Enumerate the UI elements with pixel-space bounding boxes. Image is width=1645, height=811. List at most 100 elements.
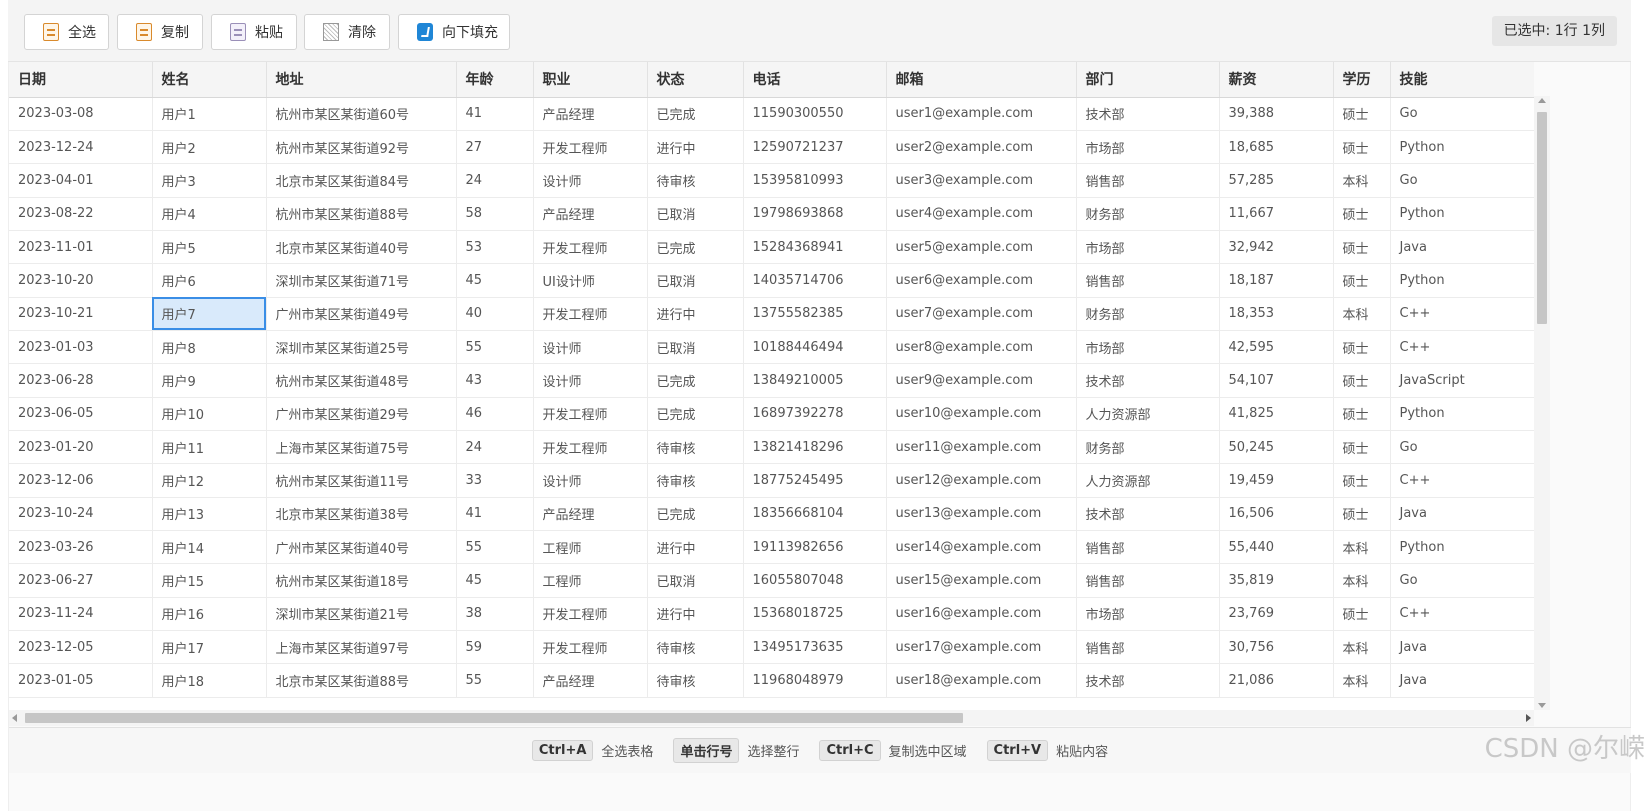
table-cell[interactable]: 技术部 <box>1076 663 1220 698</box>
horizontal-scroll-thumb[interactable] <box>25 713 963 723</box>
table-cell[interactable]: 产品经理 <box>533 497 648 531</box>
table-cell[interactable]: 用户10 <box>152 397 267 431</box>
table-cell[interactable]: 2023-12-05 <box>9 630 153 665</box>
table-row[interactable]: 2023-12-06 用户12 杭州市某区某街道11号 33 设计师 待审核 1877524… <box>9 463 1534 498</box>
table-cell[interactable]: 用户18 <box>152 663 267 698</box>
table-cell[interactable]: 2023-01-03 <box>9 330 153 365</box>
table-cell[interactable]: 已完成 <box>647 497 744 531</box>
table-cell[interactable]: 2023-11-01 <box>9 230 153 265</box>
table-cell[interactable]: 待审核 <box>647 630 744 665</box>
table-cell[interactable]: 41 <box>456 97 534 131</box>
table-cell[interactable]: user18@example.com <box>886 663 1077 698</box>
table-cell[interactable]: 上海市某区某街道97号 <box>266 630 457 665</box>
column-header[interactable]: 职业 <box>533 62 648 98</box>
table-cell[interactable]: 进行中 <box>647 597 744 632</box>
table-cell[interactable]: 13849210005 <box>743 363 887 398</box>
table-cell[interactable]: 用户2 <box>152 130 267 165</box>
table-cell[interactable]: 深圳市某区某街道21号 <box>266 597 457 632</box>
table-cell[interactable]: 用户15 <box>152 563 267 598</box>
table-cell[interactable]: 杭州市某区某街道18号 <box>266 563 457 598</box>
table-cell[interactable]: 北京市某区某街道38号 <box>266 497 457 531</box>
table-cell[interactable]: 硕士 <box>1333 463 1391 498</box>
table-cell[interactable]: 21,086 <box>1219 663 1334 698</box>
table-cell[interactable]: 硕士 <box>1333 397 1391 431</box>
table-cell[interactable]: 已完成 <box>647 230 744 265</box>
table-cell[interactable]: 46 <box>456 397 534 431</box>
table-cell[interactable]: 2023-01-20 <box>9 430 153 465</box>
table-cell[interactable]: 13755582385 <box>743 297 887 331</box>
table-cell[interactable]: Python <box>1390 197 1534 231</box>
table-cell[interactable]: 销售部 <box>1076 263 1220 298</box>
table-cell[interactable]: 硕士 <box>1333 197 1391 231</box>
table-cell[interactable]: 55,440 <box>1219 530 1334 565</box>
table-cell[interactable]: 16,506 <box>1219 497 1334 531</box>
table-cell[interactable]: 19113982656 <box>743 530 887 565</box>
table-cell[interactable]: 16055807048 <box>743 563 887 598</box>
table-cell[interactable]: 40 <box>456 297 534 331</box>
table-cell[interactable]: 开发工程师 <box>533 430 648 465</box>
table-cell[interactable]: 2023-10-24 <box>9 497 153 531</box>
clear-button[interactable]: 清除 <box>304 14 390 50</box>
table-cell[interactable]: user9@example.com <box>886 363 1077 398</box>
table-cell[interactable]: 2023-04-01 <box>9 163 153 198</box>
table-cell[interactable]: 已取消 <box>647 330 744 365</box>
table-cell[interactable]: user15@example.com <box>886 563 1077 598</box>
table-cell[interactable]: 23,769 <box>1219 597 1334 632</box>
table-cell[interactable]: 待审核 <box>647 663 744 698</box>
table-row[interactable]: 2023-12-05 用户17 上海市某区某街道97号 59 开发工程师 待审核 13495… <box>9 630 1534 665</box>
table-row[interactable]: 2023-06-27 用户15 杭州市某区某街道18号 45 工程师 已取消 1605580… <box>9 563 1534 598</box>
table-cell[interactable]: 15368018725 <box>743 597 887 632</box>
table-cell[interactable]: 18,353 <box>1219 297 1334 331</box>
table-cell[interactable]: Python <box>1390 530 1534 565</box>
table-cell[interactable]: 开发工程师 <box>533 397 648 431</box>
table-cell[interactable]: user16@example.com <box>886 597 1077 632</box>
table-cell[interactable]: Java <box>1390 630 1534 665</box>
table-cell[interactable]: 人力资源部 <box>1076 463 1220 498</box>
table-cell[interactable]: 54,107 <box>1219 363 1334 398</box>
table-cell[interactable]: 技术部 <box>1076 363 1220 398</box>
table-cell[interactable]: 本科 <box>1333 663 1391 698</box>
table-cell[interactable]: 用户11 <box>152 430 267 465</box>
table-cell[interactable]: 杭州市某区某街道60号 <box>266 97 457 131</box>
table-cell[interactable]: 41,825 <box>1219 397 1334 431</box>
table-cell[interactable]: 13495173635 <box>743 630 887 665</box>
table-cell[interactable]: 上海市某区某街道75号 <box>266 430 457 465</box>
table-cell[interactable]: 待审核 <box>647 430 744 465</box>
table-cell[interactable]: 用户5 <box>152 230 267 265</box>
table-cell[interactable]: 27 <box>456 130 534 165</box>
table-cell[interactable]: 53 <box>456 230 534 265</box>
table-cell[interactable]: 39,388 <box>1219 97 1334 131</box>
table-cell[interactable]: 设计师 <box>533 330 648 365</box>
table-cell[interactable]: Java <box>1390 663 1534 698</box>
table-cell[interactable]: Go <box>1390 97 1534 131</box>
table-row[interactable]: 2023-04-01 用户3 北京市某区某街道84号 24 设计师 待审核 15395810… <box>9 163 1534 198</box>
table-cell[interactable]: 45 <box>456 263 534 298</box>
table-cell[interactable]: 硕士 <box>1333 130 1391 165</box>
table-cell[interactable]: 18,187 <box>1219 263 1334 298</box>
table-cell[interactable]: 已完成 <box>647 363 744 398</box>
table-cell[interactable]: user10@example.com <box>886 397 1077 431</box>
table-cell[interactable]: 硕士 <box>1333 97 1391 131</box>
table-cell[interactable]: user8@example.com <box>886 330 1077 365</box>
table-cell[interactable]: 市场部 <box>1076 230 1220 265</box>
table-cell[interactable]: 用户14 <box>152 530 267 565</box>
table-cell[interactable]: 已完成 <box>647 97 744 131</box>
table-cell[interactable]: 19798693868 <box>743 197 887 231</box>
table-cell[interactable]: user17@example.com <box>886 630 1077 665</box>
table-cell[interactable]: 销售部 <box>1076 530 1220 565</box>
table-cell[interactable]: 销售部 <box>1076 630 1220 665</box>
table-cell[interactable]: 13821418296 <box>743 430 887 465</box>
scroll-left-arrow-icon[interactable] <box>12 714 17 722</box>
table-cell[interactable]: 销售部 <box>1076 163 1220 198</box>
table-row[interactable]: 2023-11-24 用户16 深圳市某区某街道21号 38 开发工程师 进行中 15368… <box>9 597 1534 632</box>
table-row[interactable]: 2023-10-20 用户6 深圳市某区某街道71号 45 UI设计师 已取消 140357… <box>9 263 1534 298</box>
table-cell[interactable]: C++ <box>1390 463 1534 498</box>
table-cell[interactable]: 2023-06-27 <box>9 563 153 598</box>
table-cell[interactable]: 杭州市某区某街道48号 <box>266 363 457 398</box>
table-cell[interactable]: 38 <box>456 597 534 632</box>
table-cell[interactable]: 用户1 <box>152 97 267 131</box>
table-cell[interactable]: 2023-03-08 <box>9 97 153 131</box>
scroll-down-arrow-icon[interactable] <box>1538 703 1546 708</box>
paste-button[interactable]: 粘贴 <box>211 14 297 50</box>
table-cell[interactable]: Python <box>1390 130 1534 165</box>
